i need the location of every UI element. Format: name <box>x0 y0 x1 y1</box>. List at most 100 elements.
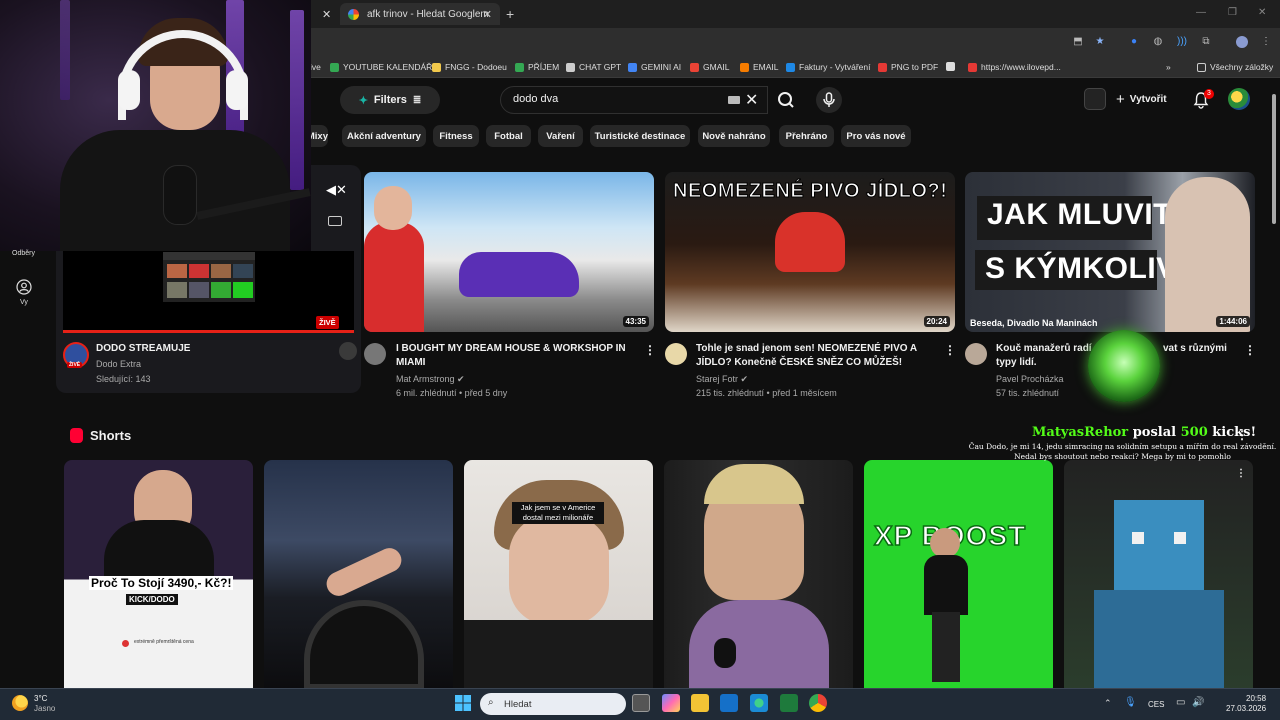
scrollbar-thumb[interactable] <box>1272 94 1276 224</box>
bookmark-item[interactable]: PŘÍJEM <box>515 62 559 72</box>
search-icon[interactable] <box>768 86 804 114</box>
short-card-5[interactable]: XP BOOST <box>864 460 1053 690</box>
taskbar-search-input[interactable]: ⌕ Hledat <box>480 693 626 715</box>
kids-mode-icon[interactable] <box>1084 88 1106 110</box>
channel-avatar-2[interactable] <box>665 343 687 365</box>
maximize-icon[interactable]: ❐ <box>1228 7 1237 18</box>
tray-chevron-icon[interactable]: ⌃ <box>1104 698 1112 709</box>
video-title-3-tail[interactable]: vat s různými <box>1163 342 1243 356</box>
video-channel-2[interactable]: Starej Fotr ✔ <box>696 374 748 385</box>
video-thumbnail-1[interactable]: 43:35 <box>364 172 654 332</box>
taskbar-clock[interactable]: 20:58 27.03.2026 <box>1226 694 1266 714</box>
install-app-icon[interactable]: ⬒ <box>1072 36 1084 48</box>
bookmark-item[interactable]: https://www.ilovepd... <box>968 62 1061 72</box>
keyboard-icon[interactable] <box>728 96 740 104</box>
short-card-1[interactable]: Proč To Stojí 3490,- Kč?! KICK/DODO extr… <box>64 460 253 690</box>
video-thumbnail-2[interactable]: NEOMEZENÉ PIVO JÍDLO?! 20:24 <box>665 172 955 332</box>
category-chip[interactable]: Nově nahráno <box>698 125 770 147</box>
category-chip[interactable]: Pro vás nové <box>841 125 911 147</box>
category-chip[interactable]: Akční adventury <box>342 125 426 147</box>
chrome-icon[interactable] <box>809 694 827 712</box>
folder-icon <box>1197 62 1206 72</box>
shorts-section-title: Shorts <box>90 428 132 443</box>
category-chip[interactable]: Vaření <box>538 125 583 147</box>
task-view-icon[interactable] <box>632 694 650 712</box>
video-thumbnail-3[interactable]: JAK MLUVIT S KÝMKOLIV Beseda, Divadlo Na… <box>965 172 1255 332</box>
network-icon[interactable]: ▭ <box>1176 697 1185 708</box>
video-menu-icon-1[interactable]: ⋮ <box>644 343 656 357</box>
volume-icon[interactable]: 🔊 <box>1192 697 1204 708</box>
bookmark-item[interactable]: GMAIL <box>690 62 729 72</box>
bookmark-item[interactable]: EMAIL <box>740 62 779 72</box>
kick-alert-message: Čau Dodo, je mi 14, jedu simracing na so… <box>968 442 1277 461</box>
bookmark-item[interactable]: CHAT GPT <box>566 62 621 72</box>
live-more-button[interactable] <box>339 342 357 360</box>
filters-button[interactable]: ✦ Filters ≣ <box>340 86 440 114</box>
video-title-2[interactable]: Tohle je snad jenom sen! NEOMEZENÉ PIVO … <box>696 342 936 370</box>
all-bookmarks-folder[interactable]: Všechny záložky <box>1197 62 1273 72</box>
windows-start-icon[interactable] <box>455 695 471 711</box>
account-avatar[interactable] <box>1228 88 1250 110</box>
video-channel-3[interactable]: Pavel Procházka <box>996 374 1064 384</box>
bookmark-item[interactable]: PNG to PDF <box>878 62 938 72</box>
bookmark-item[interactable]: YOUTUBE KALENDÁŘ <box>330 62 432 72</box>
bookmark-star-icon[interactable]: ★ <box>1094 36 1106 48</box>
extensions-puzzle-icon[interactable]: ⧉ <box>1200 36 1212 48</box>
extension-sound-icon[interactable]: ))) <box>1176 36 1188 48</box>
thumbnail-text-2: NEOMEZENÉ PIVO JÍDLO?! <box>672 180 948 203</box>
weather-widget[interactable]: 3°C Jasno <box>34 694 55 714</box>
close-previous-tab-icon[interactable]: ✕ <box>322 3 338 25</box>
weather-icon[interactable] <box>12 695 28 711</box>
language-indicator[interactable]: CES <box>1148 700 1164 709</box>
bookmark-item[interactable]: GEMINI AI <box>628 62 681 72</box>
more-bookmarks-button[interactable]: » <box>1166 62 1171 72</box>
edge-icon[interactable] <box>750 694 768 712</box>
sidebar-you-label[interactable]: Vy <box>20 299 28 306</box>
extension-vpn-icon[interactable]: ● <box>1128 36 1140 48</box>
video-menu-icon-2[interactable]: ⋮ <box>944 343 956 357</box>
sidebar-subscriptions-label[interactable]: Odběry <box>12 250 35 257</box>
window-close-icon[interactable]: ✕ <box>1258 7 1266 18</box>
top-shape <box>689 600 829 690</box>
short-card-4[interactable] <box>664 460 853 690</box>
minimize-icon[interactable]: — <box>1196 7 1206 18</box>
channel-avatar-1[interactable] <box>364 343 386 365</box>
video-title-3-line2[interactable]: typy lidí. <box>996 356 1096 370</box>
short-card-6[interactable]: ⋮ <box>1064 460 1253 690</box>
short-card-2[interactable] <box>264 460 453 690</box>
video-menu-icon-3[interactable]: ⋮ <box>1244 343 1256 357</box>
bookmark-item[interactable] <box>946 62 959 71</box>
terminal-icon[interactable] <box>780 694 798 712</box>
profile-avatar-icon[interactable] <box>1236 36 1248 48</box>
new-tab-button[interactable]: + <box>506 3 514 25</box>
channel-avatar-3[interactable] <box>965 343 987 365</box>
file-explorer-icon[interactable] <box>691 694 709 712</box>
video-title-1[interactable]: I BOUGHT MY DREAM HOUSE & WORKSHOP IN MI… <box>396 342 636 370</box>
live-title[interactable]: DODO STREAMUJE <box>96 343 190 354</box>
bookmark-item[interactable]: ive <box>310 62 321 72</box>
short-card-3[interactable]: Jak jsem se v Americe dostal mezi milion… <box>464 460 653 690</box>
copilot-icon[interactable] <box>662 694 680 712</box>
microphone-icon[interactable] <box>816 87 842 113</box>
live-channel-name[interactable]: Dodo Extra <box>96 359 141 369</box>
outlook-icon[interactable] <box>720 694 738 712</box>
video-title-3[interactable]: Kouč manažerů radí <box>996 342 1096 356</box>
category-chip[interactable]: Fotbal <box>486 125 531 147</box>
short-menu-icon[interactable]: ⋮ <box>1236 468 1246 479</box>
bookmark-item[interactable]: FNGG - Dodoeu <box>432 62 507 72</box>
clear-search-icon[interactable]: ✕ <box>745 90 758 110</box>
category-chip[interactable]: Turistické destinace <box>590 125 690 147</box>
bookmark-item[interactable]: Faktury - Vytváření <box>786 62 870 72</box>
video-channel-1[interactable]: Mat Armstrong ✔ <box>396 374 465 385</box>
close-tab-icon[interactable]: ✕ <box>483 8 492 21</box>
you-icon[interactable] <box>16 279 32 295</box>
extension-dark-icon[interactable]: ◍ <box>1152 36 1164 48</box>
category-chip[interactable]: Fitness <box>433 125 479 147</box>
mute-icon[interactable]: ◀✕ <box>326 182 347 198</box>
create-button[interactable]: + Vytvořit <box>1116 87 1176 111</box>
captions-icon[interactable] <box>328 216 342 226</box>
tray-mic-icon[interactable]: 🎙 <box>1124 697 1137 708</box>
category-chip[interactable]: Přehráno <box>779 125 834 147</box>
browser-menu-icon[interactable]: ⋮ <box>1260 36 1272 48</box>
active-tab[interactable]: afk trinov - Hledat Googlem ✕ <box>340 3 500 25</box>
